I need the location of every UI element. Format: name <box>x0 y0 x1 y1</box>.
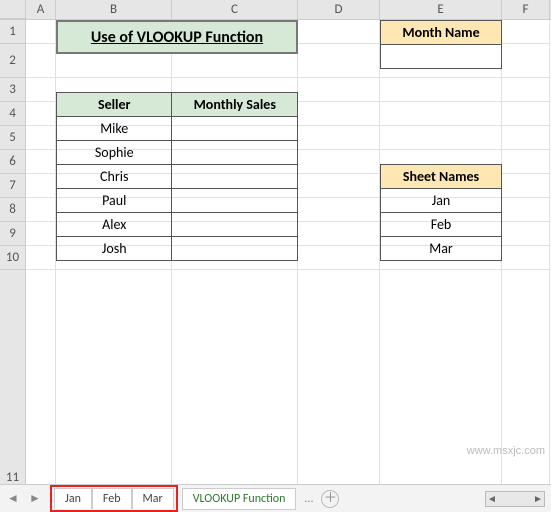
row-header-1[interactable]: 1 <box>0 20 26 44</box>
col-header-e[interactable]: E <box>380 0 502 19</box>
scroll-left-icon[interactable]: ◄ <box>486 492 498 505</box>
sheet-name-cell[interactable]: Jan <box>381 189 502 213</box>
sheet-names-header: Sheet Names <box>381 165 502 189</box>
seller-cell[interactable]: Sophie <box>57 141 172 165</box>
tab-nav-next-icon[interactable]: ► <box>26 490 44 508</box>
sheet-name-cell[interactable]: Feb <box>381 213 502 237</box>
col-header-f[interactable]: F <box>502 0 550 19</box>
table-row: Mike <box>57 117 298 141</box>
row-header-8[interactable]: 8 <box>0 198 26 222</box>
tab-nav-prev-icon[interactable]: ◄ <box>4 490 22 508</box>
sheet-tab-feb[interactable]: Feb <box>92 488 132 509</box>
row-header-2[interactable]: 2 <box>0 44 26 78</box>
month-name-table: Month Name <box>380 20 502 69</box>
column-headers: A B C D E F <box>0 0 551 20</box>
row-header-11[interactable]: 11 <box>0 270 26 495</box>
col-header-a[interactable]: A <box>26 0 56 19</box>
table-row: Sophie <box>57 141 298 165</box>
col-header-b[interactable]: B <box>56 0 172 19</box>
select-all-corner[interactable] <box>0 0 26 19</box>
sales-cell[interactable] <box>172 141 298 165</box>
spreadsheet-grid: A B C D E F 1 2 3 4 5 6 7 8 9 10 11 <box>0 0 551 465</box>
seller-cell[interactable]: Josh <box>57 237 172 261</box>
row-header-9[interactable]: 9 <box>0 222 26 246</box>
table-row: Alex <box>57 213 298 237</box>
row-header-4[interactable]: 4 <box>0 102 26 126</box>
watermark: www.msxjc.com <box>467 445 545 457</box>
seller-cell[interactable]: Paul <box>57 189 172 213</box>
month-name-cell[interactable] <box>381 45 502 69</box>
sales-cell[interactable] <box>172 189 298 213</box>
seller-cell[interactable]: Alex <box>57 213 172 237</box>
sheet-names-table: Sheet Names Jan Feb Mar <box>380 164 502 261</box>
seller-cell[interactable]: Chris <box>57 165 172 189</box>
month-name-header: Month Name <box>381 21 502 45</box>
new-sheet-button[interactable]: ＋ <box>321 490 339 508</box>
sales-col-header: Monthly Sales <box>172 93 298 117</box>
row-header-5[interactable]: 5 <box>0 126 26 150</box>
table-row: Josh <box>57 237 298 261</box>
sales-cell[interactable] <box>172 117 298 141</box>
row-headers: 1 2 3 4 5 6 7 8 9 10 11 <box>0 20 26 495</box>
sheet-name-cell[interactable]: Mar <box>381 237 502 261</box>
sales-cell[interactable] <box>172 165 298 189</box>
more-tabs-icon[interactable]: ... <box>304 492 313 506</box>
sheet-tab-mar[interactable]: Mar <box>132 488 174 509</box>
row-header-7[interactable]: 7 <box>0 174 26 198</box>
sheet-tab-vlookup[interactable]: VLOOKUP Function <box>182 488 297 510</box>
seller-col-header: Seller <box>57 93 172 117</box>
sales-cell[interactable] <box>172 213 298 237</box>
scroll-right-icon[interactable]: ► <box>532 492 544 505</box>
table-row: Paul <box>57 189 298 213</box>
horizontal-scrollbar[interactable]: ◄ ► <box>485 491 545 507</box>
row-header-3[interactable]: 3 <box>0 78 26 102</box>
page-title: Use of VLOOKUP Function <box>56 20 298 54</box>
table-row: Chris <box>57 165 298 189</box>
sheet-tab-jan[interactable]: Jan <box>54 488 92 509</box>
col-header-d[interactable]: D <box>298 0 380 19</box>
seller-table: Seller Monthly Sales Mike Sophie Chris P… <box>56 92 298 261</box>
sales-cell[interactable] <box>172 237 298 261</box>
row-header-10[interactable]: 10 <box>0 246 26 270</box>
seller-cell[interactable]: Mike <box>57 117 172 141</box>
row-header-6[interactable]: 6 <box>0 150 26 174</box>
sheet-tab-bar: ◄ ► Jan Feb Mar VLOOKUP Function ... ＋ ◄… <box>0 484 551 512</box>
col-header-c[interactable]: C <box>172 0 298 19</box>
highlighted-tabs-group: Jan Feb Mar <box>50 485 178 512</box>
